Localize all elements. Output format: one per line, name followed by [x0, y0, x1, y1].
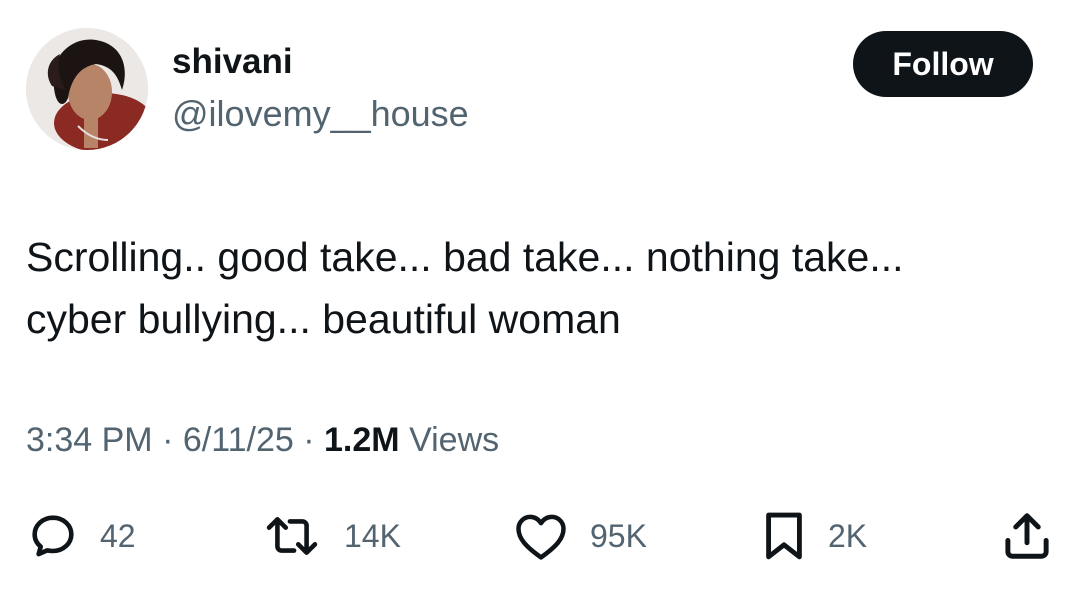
follow-button[interactable]: Follow: [853, 31, 1033, 97]
repost-icon: [266, 517, 318, 555]
bookmark-button[interactable]: 2K: [762, 508, 867, 564]
meta-separator: ·: [162, 421, 174, 459]
views-count: 1.2M: [324, 421, 400, 459]
action-bar: 42 14K 95K 2K: [0, 508, 1080, 564]
display-name[interactable]: shivani: [172, 44, 293, 79]
bookmark-count: 2K: [828, 518, 868, 554]
meta-separator: ·: [303, 421, 315, 459]
user-handle[interactable]: @ilovemy__house: [172, 96, 469, 132]
repost-button[interactable]: 14K: [262, 508, 401, 564]
share-button[interactable]: [1000, 508, 1054, 564]
reply-button[interactable]: 42: [28, 508, 136, 564]
reply-icon: [32, 515, 74, 557]
heart-icon: [516, 514, 566, 560]
tweet-date[interactable]: 6/11/25: [183, 421, 294, 459]
tweet-text-line: Scrolling.. good take... bad take... not…: [26, 234, 904, 280]
avatar[interactable]: [26, 28, 148, 150]
avatar-photo-icon: [26, 28, 148, 150]
repost-count: 14K: [344, 518, 401, 554]
bookmark-icon: [766, 512, 802, 560]
tweet-text: Scrolling.. good take... bad take... not…: [26, 226, 1056, 350]
tweet-card: shivani @ilovemy__house Follow Scrolling…: [0, 0, 1080, 607]
views-label: Views: [409, 421, 500, 459]
tweet-text-line: cyber bullying... beautiful woman: [26, 296, 621, 342]
like-button[interactable]: 95K: [514, 508, 647, 564]
reply-count: 42: [100, 518, 136, 554]
tweet-metadata: 3:34 PM · 6/11/25 · 1.2M Views: [26, 423, 499, 457]
share-icon: [1005, 513, 1049, 559]
like-count: 95K: [590, 518, 647, 554]
tweet-time[interactable]: 3:34 PM: [26, 421, 153, 459]
